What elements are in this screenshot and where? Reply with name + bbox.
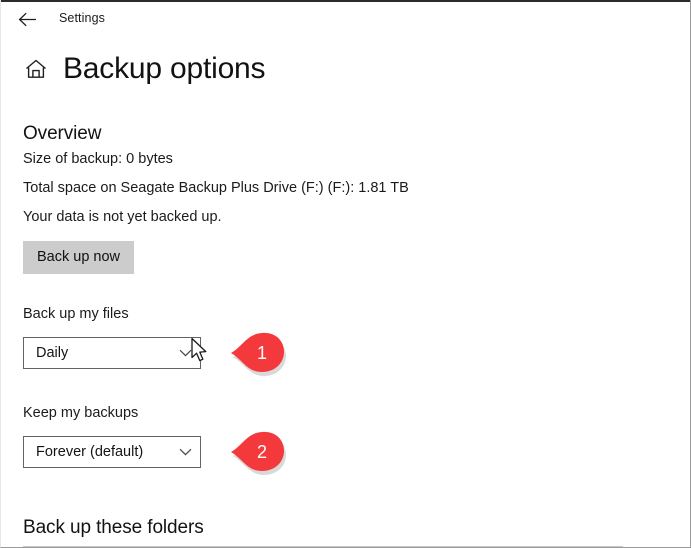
keep-backups-value: Forever (default) (24, 444, 170, 460)
nav-title: Settings (59, 11, 105, 25)
total-space-text: Total space on Seagate Backup Plus Drive… (23, 177, 663, 200)
keep-backups-dropdown[interactable]: Forever (default) (23, 436, 201, 468)
page-title: Backup options (63, 52, 265, 86)
backup-frequency-label: Back up my files (23, 304, 663, 324)
backup-frequency-dropdown[interactable]: Daily (23, 337, 201, 369)
folders-group: Back up these folders Add a folder (23, 516, 663, 548)
folders-heading: Back up these folders (23, 516, 663, 540)
overview-heading: Overview (23, 122, 663, 146)
divider (23, 546, 623, 547)
callout-badge-1: 1 (225, 329, 287, 377)
keep-backups-row: Forever (default) 2 (23, 428, 663, 476)
chevron-down-icon (170, 448, 200, 456)
callout-number-2: 2 (225, 428, 287, 476)
back-button[interactable] (10, 4, 44, 34)
page-header: Backup options (19, 52, 265, 86)
navigation-bar: Settings (1, 2, 691, 38)
backup-frequency-row: Daily 1 (23, 329, 663, 377)
callout-badge-2: 2 (225, 428, 287, 476)
settings-window: Settings Backup options Overview Size of… (0, 0, 691, 548)
keep-backups-group: Keep my backups Forever (default) 2 (23, 403, 663, 476)
callout-number-1: 1 (225, 329, 287, 377)
size-of-backup-text: Size of backup: 0 bytes (23, 148, 663, 171)
keep-backups-label: Keep my backups (23, 403, 663, 423)
back-up-now-button[interactable]: Back up now (23, 241, 134, 274)
backup-frequency-group: Back up my files Daily 1 (23, 304, 663, 377)
main-content: Overview Size of backup: 0 bytes Total s… (23, 122, 663, 548)
chevron-down-icon (170, 349, 200, 357)
back-arrow-icon (18, 12, 37, 27)
backup-frequency-value: Daily (24, 345, 170, 361)
backup-status-text: Your data is not yet backed up. (23, 206, 663, 229)
home-icon[interactable] (19, 52, 53, 86)
